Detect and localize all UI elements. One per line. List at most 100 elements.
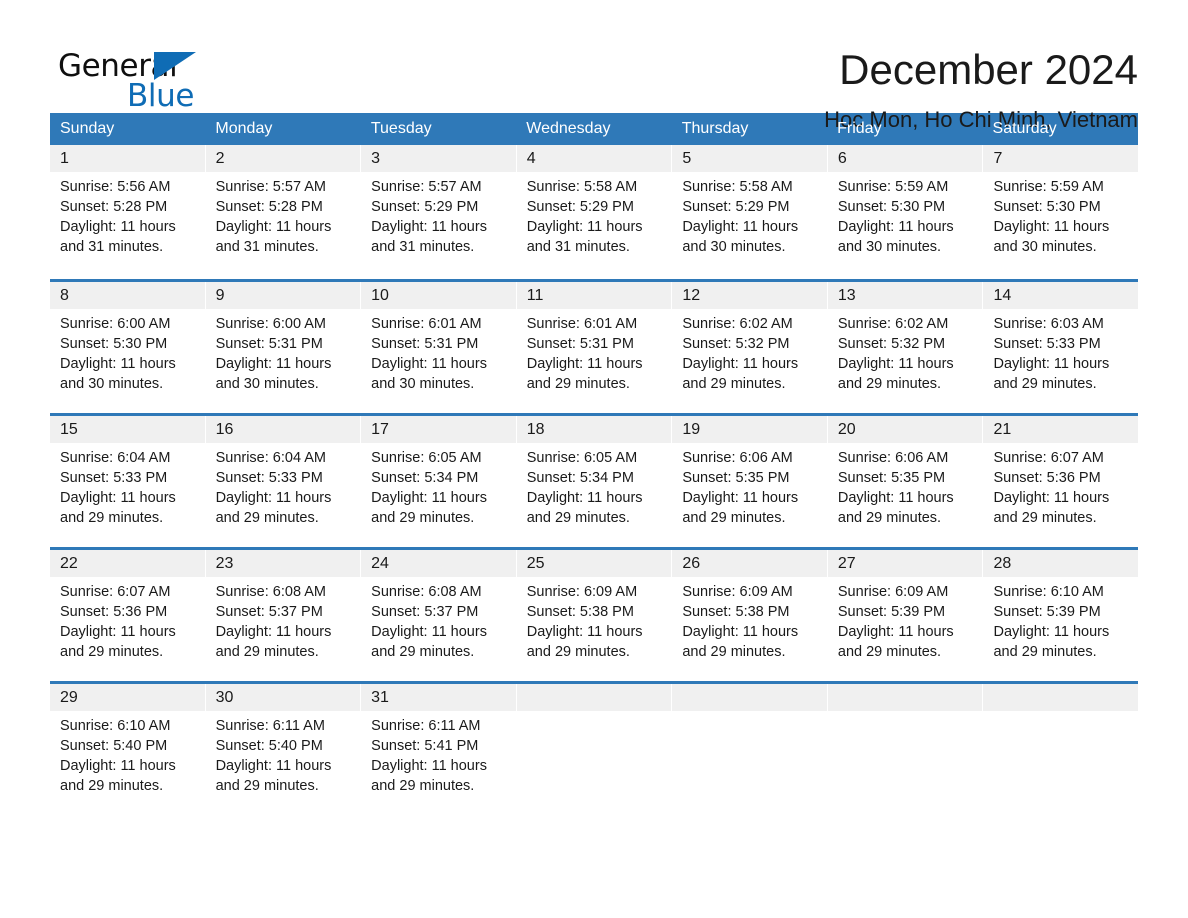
day-number[interactable]: 13 [828,282,984,309]
day-cell[interactable]: Sunrise: 6:10 AM Sunset: 5:40 PM Daylight:… [50,711,206,806]
day-cell[interactable] [983,711,1138,806]
day-cell[interactable]: Sunrise: 6:05 AM Sunset: 5:34 PM Daylight:… [361,443,517,538]
day-cell[interactable]: Sunrise: 6:08 AM Sunset: 5:37 PM Daylight:… [361,577,517,672]
day-cell[interactable]: Sunrise: 6:09 AM Sunset: 5:38 PM Daylight:… [672,577,828,672]
day-number[interactable]: 20 [828,416,984,443]
day-number[interactable]: 28 [983,550,1138,577]
day-number[interactable]: 27 [828,550,984,577]
day-number[interactable]: 18 [517,416,673,443]
day-daylight1-text: Daylight: 11 hours [215,356,332,372]
calendar-week-row: 1 2 3 4 5 6 7 Sunrise: 5:56 AM Sunset: 5:28 PM Da… [50,145,1138,267]
day-sunrise-text: Sunrise: 6:03 AM [993,316,1104,332]
day-number[interactable]: 19 [672,416,828,443]
day-cell[interactable]: Sunrise: 6:01 AM Sunset: 5:31 PM Daylight:… [361,309,517,404]
day-number[interactable]: 26 [672,550,828,577]
day-number[interactable] [517,684,673,711]
day-number[interactable]: 14 [983,282,1138,309]
day-cell[interactable]: Sunrise: 6:04 AM Sunset: 5:33 PM Daylight:… [50,443,206,538]
day-cell[interactable]: Sunrise: 6:11 AM Sunset: 5:41 PM Daylight:… [361,711,517,806]
day-number[interactable]: 6 [828,145,984,172]
day-number[interactable]: 12 [672,282,828,309]
day-cell[interactable]: Sunrise: 6:03 AM Sunset: 5:33 PM Daylight:… [983,309,1138,404]
day-cell[interactable]: Sunrise: 6:02 AM Sunset: 5:32 PM Daylight:… [672,309,828,404]
calendar-table: Sunday Monday Tuesday Wednesday Thursday… [50,113,1138,806]
weekday-header-friday: Friday [837,120,882,137]
day-number[interactable]: 10 [361,282,517,309]
day-number[interactable] [828,684,984,711]
day-daylight1-text: Daylight: 11 hours [682,219,799,235]
day-number[interactable]: 2 [206,145,362,172]
day-daylight2-text: and 30 minutes. [682,239,786,255]
day-cell[interactable]: Sunrise: 6:05 AM Sunset: 5:34 PM Daylight:… [517,443,673,538]
weekday-header-monday: Monday [215,120,273,137]
day-sunrise-text: Sunrise: 6:01 AM [371,316,482,332]
day-number[interactable]: 22 [50,550,206,577]
day-cell[interactable]: Sunrise: 5:57 AM Sunset: 5:29 PM Daylight:… [361,172,517,267]
day-number[interactable] [672,684,828,711]
day-sunrise-text: Sunrise: 6:00 AM [60,316,171,332]
day-cell[interactable]: Sunrise: 6:07 AM Sunset: 5:36 PM Daylight:… [50,577,206,672]
day-number[interactable]: 11 [517,282,673,309]
day-sunrise-text: Sunrise: 6:09 AM [682,584,793,600]
day-cell[interactable]: Sunrise: 5:59 AM Sunset: 5:30 PM Daylight:… [983,172,1138,267]
day-cell[interactable]: Sunrise: 5:58 AM Sunset: 5:29 PM Daylight:… [672,172,828,267]
day-number[interactable]: 7 [983,145,1138,172]
day-cell[interactable]: Sunrise: 6:09 AM Sunset: 5:39 PM Daylight:… [828,577,984,672]
day-sunset-text: Sunset: 5:33 PM [215,470,323,486]
day-number[interactable]: 24 [361,550,517,577]
day-daylight2-text: and 30 minutes. [60,376,164,392]
day-daylight1-text: Daylight: 11 hours [215,624,332,640]
day-cell[interactable]: Sunrise: 5:59 AM Sunset: 5:30 PM Daylight:… [828,172,984,267]
weekday-header-sunday: Sunday [60,120,115,137]
day-number[interactable]: 15 [50,416,206,443]
day-cell[interactable]: Sunrise: 5:57 AM Sunset: 5:28 PM Daylight:… [206,172,362,267]
day-cell[interactable]: Sunrise: 5:58 AM Sunset: 5:29 PM Daylight:… [517,172,673,267]
day-number[interactable]: 21 [983,416,1138,443]
day-cell[interactable]: Sunrise: 6:06 AM Sunset: 5:35 PM Daylight:… [828,443,984,538]
calendar-weeks: 1 2 3 4 5 6 7 Sunrise: 5:56 AM Sunset: 5:28 PM Da… [50,145,1138,806]
day-number[interactable]: 8 [50,282,206,309]
day-cell[interactable] [828,711,984,806]
day-sunrise-text: Sunrise: 6:11 AM [371,718,481,734]
calendar-week-row: 15 16 17 18 19 20 21 Sunrise: 6:04 AM Sunset: 5:… [50,413,1138,538]
day-number[interactable]: 17 [361,416,517,443]
day-number[interactable]: 31 [361,684,517,711]
day-daylight2-text: and 30 minutes. [215,376,319,392]
day-number[interactable]: 3 [361,145,517,172]
day-daylight1-text: Daylight: 11 hours [371,490,487,506]
day-number[interactable]: 29 [50,684,206,711]
day-daylight1-text: Daylight: 11 hours [371,356,487,372]
day-daylight2-text: and 29 minutes. [215,778,319,794]
generalblue-logo[interactable]: General Blue [58,45,208,117]
day-cell[interactable]: Sunrise: 6:10 AM Sunset: 5:39 PM Daylight:… [983,577,1138,672]
day-sunset-text: Sunset: 5:30 PM [60,336,168,352]
day-cell[interactable] [672,711,828,806]
day-number[interactable]: 4 [517,145,673,172]
day-cell[interactable]: Sunrise: 6:04 AM Sunset: 5:33 PM Daylight:… [206,443,362,538]
day-cell[interactable]: Sunrise: 6:07 AM Sunset: 5:36 PM Daylight:… [983,443,1138,538]
day-number[interactable]: 9 [206,282,362,309]
day-number[interactable] [983,684,1138,711]
day-number[interactable]: 25 [517,550,673,577]
day-number[interactable]: 30 [206,684,362,711]
day-cell[interactable]: Sunrise: 6:08 AM Sunset: 5:37 PM Daylight:… [206,577,362,672]
day-cell[interactable]: Sunrise: 6:11 AM Sunset: 5:40 PM Daylight:… [206,711,362,806]
day-daylight2-text: and 30 minutes. [993,239,1097,255]
day-cell[interactable]: Sunrise: 6:00 AM Sunset: 5:31 PM Daylight:… [206,309,362,404]
day-cell[interactable]: Sunrise: 6:01 AM Sunset: 5:31 PM Daylight:… [517,309,673,404]
day-sunset-text: Sunset: 5:30 PM [993,199,1101,215]
day-cell[interactable]: Sunrise: 5:56 AM Sunset: 5:28 PM Daylight:… [50,172,206,267]
day-sunrise-text: Sunrise: 5:59 AM [993,179,1104,195]
day-number[interactable]: 23 [206,550,362,577]
day-number[interactable]: 5 [672,145,828,172]
day-cell[interactable]: Sunrise: 6:02 AM Sunset: 5:32 PM Daylight:… [828,309,984,404]
day-number[interactable]: 1 [50,145,206,172]
day-cell[interactable]: Sunrise: 6:09 AM Sunset: 5:38 PM Daylight:… [517,577,673,672]
day-sunrise-text: Sunrise: 6:06 AM [837,450,949,466]
day-cell[interactable]: Sunrise: 6:06 AM Sunset: 5:35 PM Daylight:… [672,443,828,538]
day-daylight1-text: Daylight: 11 hours [837,490,954,506]
day-number[interactable]: 16 [206,416,362,443]
day-cell[interactable] [517,711,673,806]
day-number-band: 1234567 [50,145,1138,172]
day-cell[interactable]: Sunrise: 6:00 AM Sunset: 5:30 PM Daylight:… [50,309,206,404]
